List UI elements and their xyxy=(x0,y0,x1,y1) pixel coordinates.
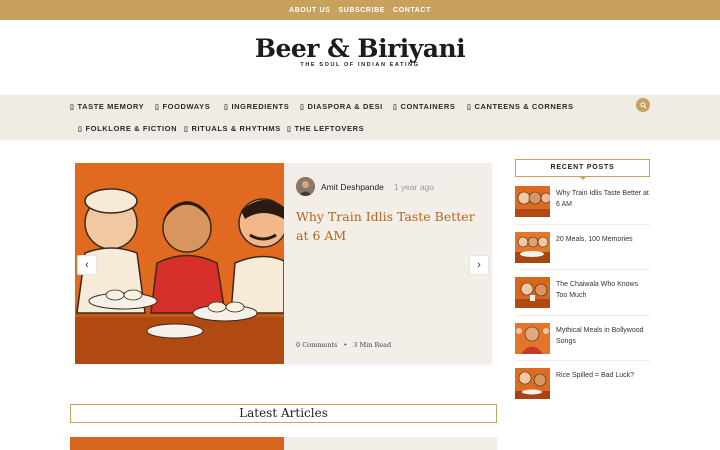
nav-item-foodways[interactable]: ▯ FOODWAYS xyxy=(155,102,210,111)
recent-post[interactable]: Mythical Meals in Bollywood Songs xyxy=(515,323,650,354)
featured-post-body: Amit Deshpande 1 year ago Why Train Idli… xyxy=(284,163,492,364)
divider xyxy=(515,269,650,270)
meta-separator: • xyxy=(343,341,348,349)
comments-count[interactable]: 0 Comments xyxy=(296,341,337,349)
contact-link[interactable]: CONTACT xyxy=(393,7,431,14)
recent-post-thumbnail[interactable] xyxy=(515,323,550,354)
divider xyxy=(515,360,650,361)
recent-post[interactable]: Rice Spilled = Bad Luck? xyxy=(515,368,650,399)
recent-post-title[interactable]: Mythical Meals in Bollywood Songs xyxy=(556,325,650,347)
nav-item-rituals-rhythms[interactable]: ▯ RITUALS & RHYTHMS xyxy=(184,124,281,133)
tag-icon: ▯ xyxy=(70,103,75,111)
post-author: Amit Deshpande 1 year ago xyxy=(296,177,434,196)
search-button[interactable] xyxy=(636,98,650,112)
chevron-left-icon: ‹ xyxy=(85,259,89,271)
tag-icon: ▯ xyxy=(300,103,305,111)
recent-post-thumbnail[interactable] xyxy=(515,368,550,399)
slider-prev-button[interactable]: ‹ xyxy=(77,255,97,275)
tag-icon: ▯ xyxy=(155,103,160,111)
nav-item-diaspora-desi[interactable]: ▯ DIASPORA & DESI xyxy=(300,102,383,111)
tag-icon: ▯ xyxy=(224,103,229,111)
recent-post-title[interactable]: Why Train Idlis Taste Better at 6 AM xyxy=(556,188,650,210)
author-name[interactable]: Amit Deshpande xyxy=(321,182,384,192)
site-tagline: THE SOUL OF INDIAN EATING xyxy=(300,62,420,68)
latest-article-image[interactable] xyxy=(70,437,284,450)
recent-post-thumbnail[interactable] xyxy=(515,186,550,217)
author-avatar[interactable] xyxy=(296,177,315,196)
post-time: 1 year ago xyxy=(393,181,435,192)
nav-item-taste-memory[interactable]: ▯ TASTE MEMORY xyxy=(70,102,144,111)
recent-post[interactable]: 20 Meals, 100 Memories xyxy=(515,232,650,263)
tag-icon: ▯ xyxy=(467,103,472,111)
tag-icon: ▯ xyxy=(287,125,292,133)
site-name: Beer & Biriyani xyxy=(254,34,466,63)
latest-articles-heading: Latest Articles xyxy=(70,404,497,423)
nav-item-the-leftovers[interactable]: ▯ THE LEFTOVERS xyxy=(287,124,364,133)
site-logo[interactable]: Beer & Biriyani THE SOUL OF INDIAN EATIN… xyxy=(0,34,720,69)
slider-next-button[interactable]: › xyxy=(469,255,489,275)
nav-item-folklore-fiction[interactable]: ▯ FOLKLORE & FICTION xyxy=(78,124,177,133)
recent-post-title[interactable]: Rice Spilled = Bad Luck? xyxy=(556,370,650,381)
nav-item-containers[interactable]: ▯ CONTAINERS xyxy=(393,102,455,111)
tag-icon: ▯ xyxy=(393,103,398,111)
search-icon xyxy=(639,101,647,109)
chevron-right-icon: › xyxy=(477,259,481,271)
post-meta: 0 Comments • 3 Min Read xyxy=(296,341,391,349)
tag-icon: ▯ xyxy=(78,125,83,133)
recent-post-thumbnail[interactable] xyxy=(515,277,550,308)
about-us-link[interactable]: ABOUT US xyxy=(289,7,330,14)
recent-posts-heading: RECENT POSTS xyxy=(515,159,650,180)
recent-post-title[interactable]: The Chaiwala Who Knows Too Much xyxy=(556,279,650,301)
tag-icon: ▯ xyxy=(184,125,189,133)
top-bar: ABOUT US SUBSCRIBE CONTACT xyxy=(0,0,720,20)
divider xyxy=(515,224,650,225)
nav-item-ingredients[interactable]: ▯ INGREDIENTS xyxy=(224,102,289,111)
main-nav: ▯ TASTE MEMORY ▯ FOODWAYS ▯ INGREDIENTS ▯ DI… xyxy=(0,95,720,140)
recent-post-thumbnail[interactable] xyxy=(515,232,550,263)
nav-item-canteens-corners[interactable]: ▯ CANTEENS & CORNERS xyxy=(467,102,574,111)
recent-post-title[interactable]: 20 Meals, 100 Memories xyxy=(556,234,650,245)
featured-post-title[interactable]: Why Train Idlis Taste Better at 6 AM xyxy=(296,207,486,245)
divider xyxy=(515,315,650,316)
subscribe-link[interactable]: SUBSCRIBE xyxy=(338,7,385,14)
featured-image[interactable] xyxy=(75,163,284,364)
recent-post[interactable]: Why Train Idlis Taste Better at 6 AM xyxy=(515,186,650,217)
read-time: 3 Min Read xyxy=(353,341,392,349)
latest-article-card[interactable] xyxy=(70,437,497,450)
recent-post[interactable]: The Chaiwala Who Knows Too Much xyxy=(515,277,650,308)
featured-slider: ‹ Amit Deshpande 1 year ago Why Train Id… xyxy=(75,163,492,364)
